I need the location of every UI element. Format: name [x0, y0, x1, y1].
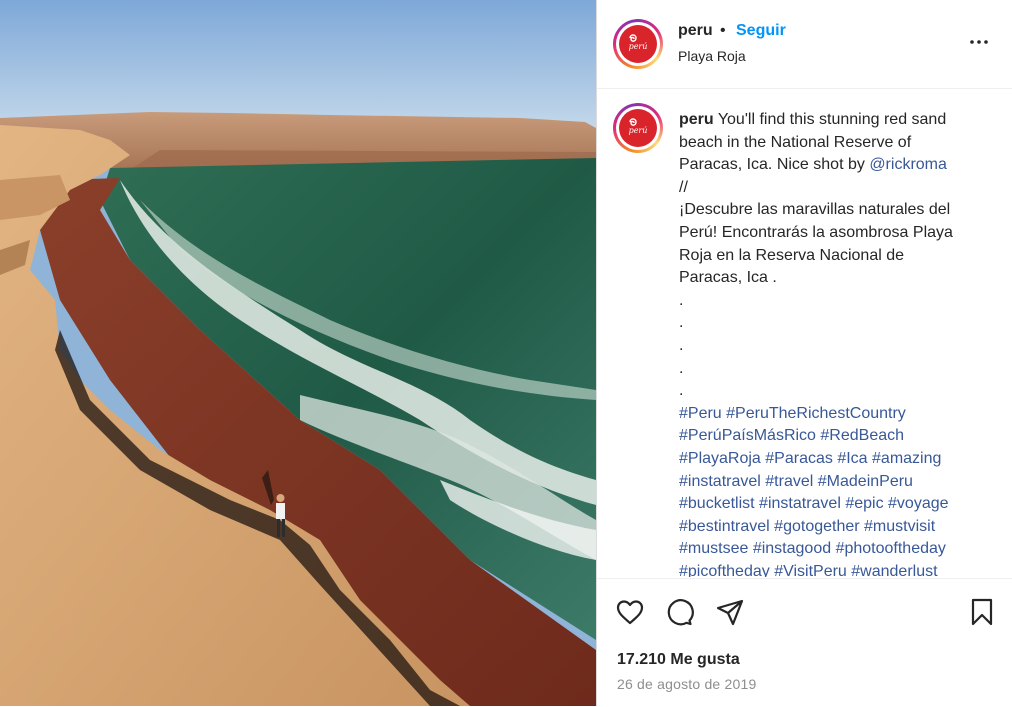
author-username[interactable]: peru	[678, 22, 713, 40]
hashtag-link[interactable]: #mustsee	[679, 540, 748, 557]
hashtag-line: #Peru #PeruTheRichestCountry	[679, 403, 989, 426]
hashtag-link[interactable]: #wanderlust	[851, 563, 937, 577]
hashtag-link[interactable]: #travel	[765, 473, 813, 490]
caption-text: peru You'll find this stunning red sand …	[679, 109, 989, 577]
post-date[interactable]: 26 de agosto de 2019	[617, 676, 756, 692]
hashtag-link[interactable]: #voyage	[888, 495, 949, 512]
hashtag-line: #mustsee #instagood #photooftheday	[679, 538, 989, 561]
hashtag-link[interactable]: #instatravel	[679, 473, 761, 490]
hashtag-line: #bestintravel #gotogether #mustvisit	[679, 516, 989, 539]
caption-line: .	[679, 359, 684, 377]
caption-line: .	[679, 336, 684, 354]
caption-avatar[interactable]: perú	[613, 103, 663, 153]
hashtag-link[interactable]: #RedBeach	[820, 427, 904, 444]
post-header: perú peru • Seguir Playa Roja	[597, 0, 1012, 89]
post-details-panel: perú peru • Seguir Playa Roja perú peru …	[597, 0, 1012, 706]
hashtag-link[interactable]: #PeruTheRichestCountry	[726, 405, 906, 422]
caption-line: beach in the National Reserve of	[679, 133, 912, 151]
hashtag-link[interactable]: #Peru	[679, 405, 722, 422]
separator-dot: •	[720, 22, 726, 39]
follow-button[interactable]: Seguir	[736, 22, 786, 40]
hashtag-link[interactable]: #Paracas	[765, 450, 833, 467]
hashtag-link[interactable]: #Ica	[837, 450, 867, 467]
post-image[interactable]	[0, 0, 596, 706]
hashtag-block: #Peru #PeruTheRichestCountry #PerúPaísMás…	[679, 403, 989, 577]
svg-text:perú: perú	[629, 126, 648, 135]
hashtag-link[interactable]: #MadeinPeru	[818, 473, 913, 490]
more-dots-icon[interactable]	[967, 30, 991, 54]
hashtag-link[interactable]: #photooftheday	[836, 540, 946, 557]
mention-link[interactable]: @rickroma	[869, 156, 947, 173]
hashtag-link[interactable]: #PlayaRoja	[679, 450, 761, 467]
hashtag-link[interactable]: #instagood	[753, 540, 831, 557]
caption-line: Paracas, Ica. Nice shot by	[679, 156, 870, 174]
caption-username[interactable]: peru	[679, 111, 714, 128]
hashtag-link[interactable]: #PerúPaísMásRico	[679, 427, 816, 444]
caption-line: ¡Descubre las maravillas naturales del	[679, 201, 951, 219]
hashtag-link[interactable]: #picoftheday	[679, 563, 770, 577]
hashtag-link[interactable]: #instatravel	[759, 495, 841, 512]
caption-line: .	[679, 291, 684, 309]
bookmark-icon[interactable]	[967, 597, 997, 627]
likes-count[interactable]: 17.210 Me gusta	[617, 651, 740, 669]
hashtag-link[interactable]: #bucketlist	[679, 495, 755, 512]
caption-line: .	[679, 314, 684, 332]
caption-line: Roja en la Reserva Nacional de	[679, 246, 905, 264]
comment-icon[interactable]	[664, 597, 694, 627]
hashtag-link[interactable]: #VisitPeru	[774, 563, 847, 577]
caption-line: //	[679, 178, 688, 196]
hashtag-line: #instatravel #travel #MadeinPeru	[679, 471, 989, 494]
caption-section: perú peru You'll find this stunning red …	[597, 89, 1012, 577]
author-avatar[interactable]: perú	[613, 19, 663, 69]
peru-logo-icon: perú	[619, 25, 657, 63]
hashtag-link[interactable]: #gotogether	[774, 518, 859, 535]
hashtag-line: #bucketlist #instatravel #epic #voyage	[679, 493, 989, 516]
hashtag-link[interactable]: #bestintravel	[679, 518, 770, 535]
hashtag-link[interactable]: #amazing	[872, 450, 941, 467]
svg-text:perú: perú	[629, 42, 648, 51]
caption-line: Paracas, Ica .	[679, 269, 777, 287]
hashtag-link[interactable]: #mustvisit	[864, 518, 935, 535]
hashtag-link[interactable]: #epic	[845, 495, 883, 512]
location-link[interactable]: Playa Roja	[678, 48, 746, 64]
hashtag-line: #picoftheday #VisitPeru #wanderlust	[679, 561, 989, 577]
paper-plane-icon[interactable]	[715, 597, 745, 627]
action-bar: 17.210 Me gusta 26 de agosto de 2019	[597, 578, 1012, 707]
caption-line: You'll find this stunning red sand	[717, 111, 947, 128]
hashtag-line: #PlayaRoja #Paracas #Ica #amazing	[679, 448, 989, 471]
hashtag-line: #PerúPaísMásRico #RedBeach	[679, 425, 989, 448]
caption-line: Perú! Encontrarás la asombrosa Playa	[679, 223, 953, 241]
beach-photo	[0, 0, 596, 706]
peru-logo-icon: perú	[619, 109, 657, 147]
heart-icon[interactable]	[615, 597, 645, 627]
caption-line: .	[679, 382, 684, 400]
